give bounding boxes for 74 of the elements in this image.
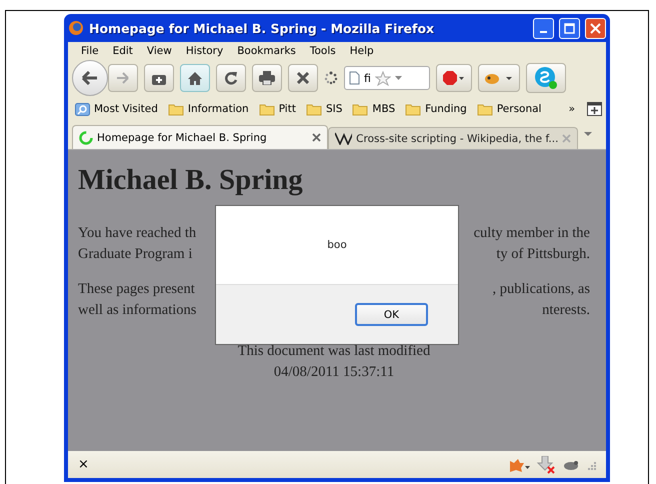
url-field[interactable]: fi <box>344 66 430 90</box>
reload-button[interactable] <box>216 64 246 92</box>
download-blocked-icon[interactable] <box>536 456 556 474</box>
bookmark-item[interactable]: Personal <box>474 102 544 116</box>
throbber-icon <box>324 71 338 85</box>
skype-button[interactable] <box>526 63 566 93</box>
bookmark-item[interactable]: Information <box>164 102 252 116</box>
modified-text: This document was last modified <box>238 342 430 361</box>
wikipedia-icon <box>335 132 352 145</box>
folder-icon <box>405 102 422 116</box>
close-icon <box>590 22 601 34</box>
resize-grip-icon[interactable] <box>586 460 596 470</box>
bookmark-item[interactable]: SIS <box>302 102 346 116</box>
dropdown-icon[interactable] <box>394 76 402 80</box>
folder-icon <box>306 102 322 116</box>
paragraph-text: These pages present <box>78 280 195 299</box>
bookmarks-overflow-button[interactable]: » <box>560 103 583 115</box>
menu-item[interactable]: History <box>178 44 230 56</box>
star-icon[interactable] <box>374 70 391 86</box>
skype-logo-icon <box>534 66 558 90</box>
menu-item[interactable]: View <box>140 44 179 56</box>
browser-tab[interactable]: Cross-site scripting - Wikipedia, the f... <box>328 127 578 149</box>
close-status-button[interactable]: × <box>78 457 89 472</box>
close-button[interactable] <box>585 18 606 38</box>
paragraph-text: well as informations <box>78 301 196 320</box>
paragraph-text: nterests. <box>542 301 590 320</box>
ok-button[interactable]: OK <box>355 303 428 326</box>
paragraph-text: ty of Pittsburgh. <box>496 245 590 264</box>
folder-icon <box>258 102 275 116</box>
loading-icon <box>79 130 93 144</box>
menu-item[interactable]: File <box>74 44 106 56</box>
back-button[interactable] <box>72 60 108 96</box>
menu-item[interactable]: Tools <box>302 44 343 56</box>
page-heading: Michael B. Spring <box>78 164 304 197</box>
stop-button[interactable] <box>288 64 318 92</box>
folder-icon <box>168 102 184 116</box>
print-button[interactable] <box>252 64 282 92</box>
menu-item[interactable]: Edit <box>106 44 140 56</box>
maximize-button[interactable] <box>559 18 580 38</box>
window-title: Homepage for Michael B. Spring - Mozilla Firefox <box>89 20 436 36</box>
forward-arrow-icon <box>117 72 129 84</box>
menu-item[interactable]: Bookmarks <box>230 44 303 56</box>
modified-text: 04/08/2011 15:37:11 <box>274 363 394 382</box>
bookmark-item[interactable]: Funding <box>402 102 470 116</box>
maximize-icon <box>564 22 575 34</box>
home-icon <box>188 72 202 84</box>
bookmark-item[interactable]: MBS <box>349 102 398 116</box>
folder-icon <box>352 102 368 116</box>
printer-icon <box>259 71 275 85</box>
firefox-logo-icon <box>68 20 84 36</box>
paragraph-text: Graduate Program i <box>78 245 192 264</box>
folder-icon <box>476 102 493 116</box>
back-arrow-icon <box>82 71 98 85</box>
page-icon <box>349 71 360 85</box>
reload-icon <box>224 71 238 85</box>
close-icon <box>297 72 309 84</box>
alert-message: boo <box>327 239 347 251</box>
paragraph-text: You have reached th <box>78 224 196 243</box>
home-button[interactable] <box>180 64 210 92</box>
bookmark-item[interactable]: Most Visited <box>72 102 161 116</box>
menu-item[interactable]: Help <box>342 44 381 56</box>
minimize-button[interactable] <box>533 18 554 38</box>
close-tab-icon[interactable] <box>312 133 321 142</box>
new-tab-button[interactable] <box>144 64 174 92</box>
adblock-button[interactable] <box>436 64 472 92</box>
tab-list-icon[interactable] <box>584 132 592 136</box>
paragraph-text: culty member in the <box>474 224 590 243</box>
add-tab-icon[interactable] <box>587 102 602 116</box>
paragraph-text: , publications, as <box>492 280 590 299</box>
minimize-icon <box>540 30 547 32</box>
bookmark-item[interactable]: Pitt <box>256 102 299 116</box>
search-icon <box>75 102 90 116</box>
stop-sign-icon <box>443 71 465 85</box>
browser-tab[interactable]: Homepage for Michael B. Spring <box>72 125 328 149</box>
